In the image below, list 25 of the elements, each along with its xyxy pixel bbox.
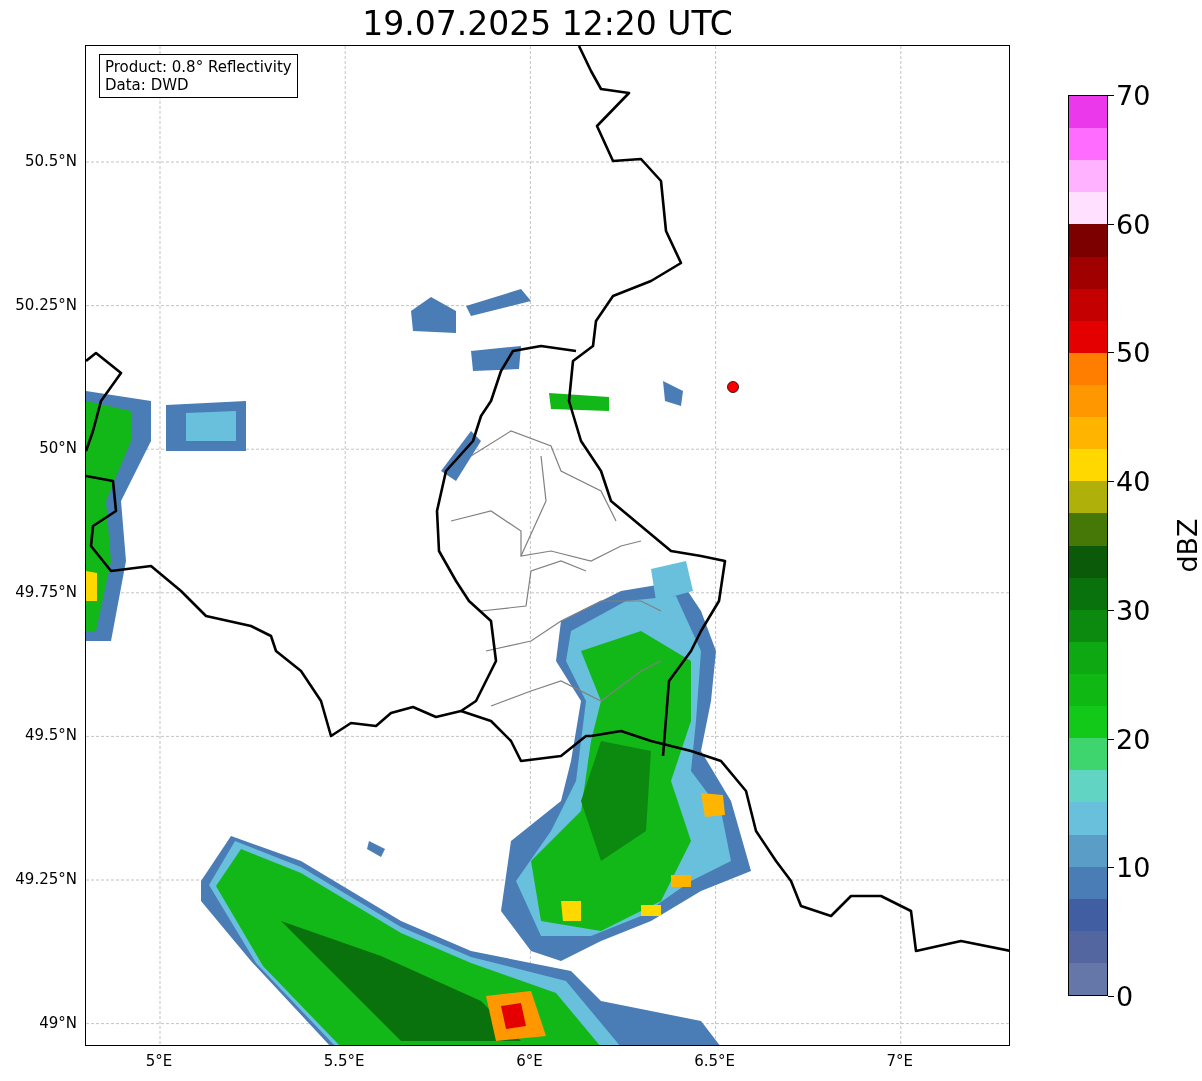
latitude-label: 49.5°N bbox=[24, 726, 77, 745]
latitude-label: 50°N bbox=[39, 439, 77, 458]
longitude-label: 6°E bbox=[516, 1052, 543, 1070]
latitude-label: 50.25°N bbox=[15, 295, 77, 314]
latitude-label: 49°N bbox=[39, 1013, 77, 1032]
colorbar-label: 40 bbox=[1116, 465, 1151, 497]
colorbar-label: 0 bbox=[1116, 980, 1134, 1012]
latitude-label: 49.25°N bbox=[15, 870, 77, 888]
longitude-label: 7°E bbox=[886, 1052, 914, 1070]
latitude-label: 50.5°N bbox=[24, 152, 77, 170]
colorbar-title: dBZ bbox=[1171, 518, 1202, 573]
longitude-label: 5°E bbox=[145, 1052, 173, 1070]
colorbar-label: 60 bbox=[1116, 208, 1151, 240]
location-marker bbox=[727, 381, 739, 393]
longitude-label: 6.5°E bbox=[694, 1052, 735, 1070]
info-text: Product: 0.8° Reflectivity bbox=[105, 58, 292, 76]
colorbar-label: 50 bbox=[1116, 336, 1151, 368]
longitude-label: 5.5°E bbox=[323, 1052, 365, 1070]
chart-title: 19.07.2025 12:20 UTC bbox=[361, 4, 734, 43]
info-text: Data: DWD bbox=[105, 76, 190, 94]
latitude-label: 49.75°N bbox=[15, 582, 77, 601]
colorbar-label: 30 bbox=[1116, 594, 1151, 626]
colorbar-label: 10 bbox=[1116, 851, 1151, 883]
colorbar-label: 20 bbox=[1116, 723, 1151, 755]
colorbar-label: 70 bbox=[1116, 79, 1151, 111]
